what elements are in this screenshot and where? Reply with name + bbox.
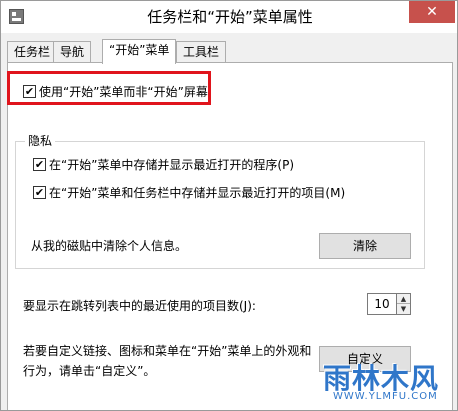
recent-items-label: 要显示在跳转列表中的最近使用的项目数(J): xyxy=(23,299,256,313)
recent-items-input[interactable]: 10 xyxy=(367,293,397,315)
privacy-group-title: 隐私 xyxy=(25,132,56,149)
spin-up-icon[interactable]: ▲ xyxy=(397,294,410,304)
properties-window: 任务栏和“开始”菜单属性 ✕ 任务栏 导航 “开始”菜单 工具栏 ✔ 使用“开始… xyxy=(0,0,458,411)
recent-items-spinner: ▲ ▼ xyxy=(397,293,411,315)
watermark-url: WWW.YLMFU.COM xyxy=(333,391,438,402)
customize-text-line2: 行为，请单击“自定义”。 xyxy=(23,364,156,378)
watermark-logo: 雨林木风 WWW.YLMFU.COM xyxy=(319,349,451,407)
tab-taskbar[interactable]: 任务栏 xyxy=(7,41,58,63)
store-recent-programs-checkbox[interactable]: ✔ xyxy=(33,158,46,171)
close-icon: ✕ xyxy=(426,4,438,20)
close-button[interactable]: ✕ xyxy=(409,1,455,23)
tab-start-menu[interactable]: “开始”菜单 xyxy=(102,39,177,64)
customize-text-line1: 若要自定义链接、图标和菜单在“开始”菜单上的外观和 xyxy=(23,344,312,358)
spin-down-icon[interactable]: ▼ xyxy=(397,304,410,314)
tab-navigation[interactable]: 导航 xyxy=(53,41,92,63)
tab-toolbars[interactable]: 工具栏 xyxy=(176,41,227,63)
store-recent-programs-label[interactable]: 在“开始”菜单中存储并显示最近打开的程序(P) xyxy=(49,156,294,173)
clear-button[interactable]: 清除 xyxy=(319,233,411,259)
clear-tiles-text: 从我的磁贴中清除个人信息。 xyxy=(31,239,188,253)
title-bar: 任务栏和“开始”菜单属性 ✕ xyxy=(1,1,457,33)
store-recent-items-checkbox[interactable]: ✔ xyxy=(33,186,46,199)
store-recent-items-label[interactable]: 在“开始”菜单和任务栏中存储并显示最近打开的项目(M) xyxy=(49,184,345,201)
window-title: 任务栏和“开始”菜单属性 xyxy=(147,8,313,26)
tab-strip: 任务栏 导航 “开始”菜单 工具栏 xyxy=(7,39,453,64)
red-highlight-box xyxy=(7,71,211,105)
